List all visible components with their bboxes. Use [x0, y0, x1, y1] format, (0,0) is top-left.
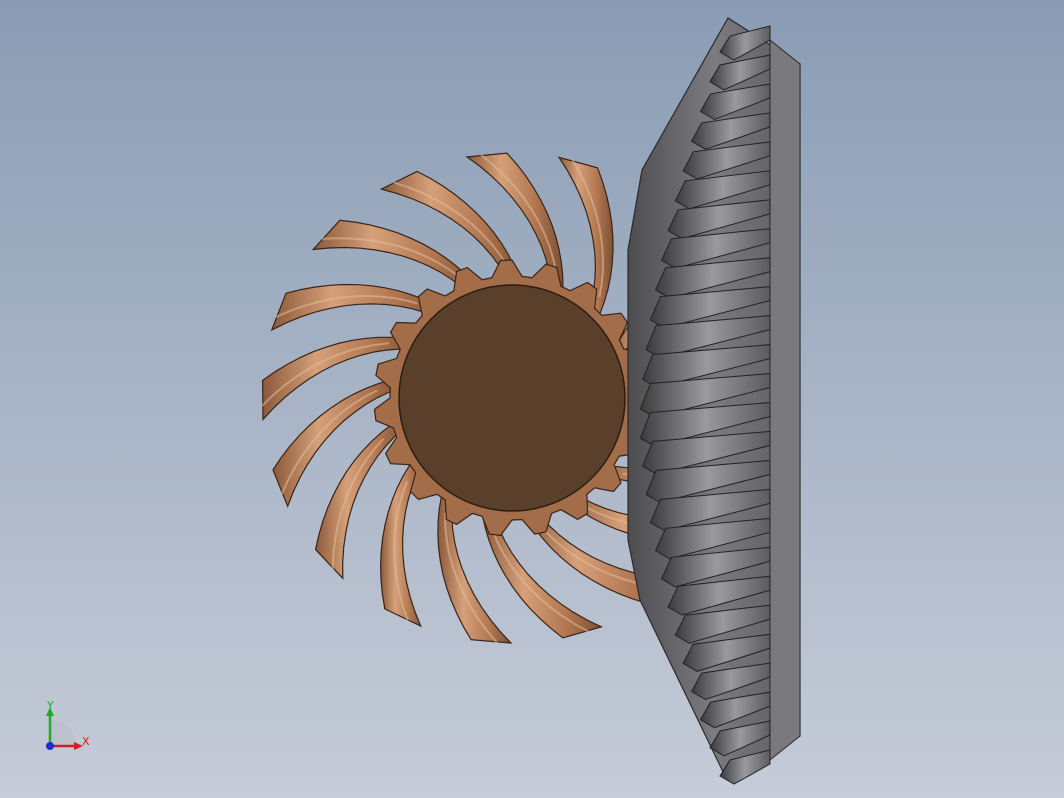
x-axis-label: X	[82, 735, 90, 748]
gear-model-scene[interactable]	[0, 0, 1064, 798]
y-axis-label: Y	[47, 699, 54, 712]
ring-gear-rim	[769, 38, 801, 762]
coordinate-triad: X Y	[38, 698, 102, 758]
pinion-bore	[398, 284, 626, 512]
z-axis-icon	[46, 742, 54, 750]
graphics-viewport[interactable]: X Y	[0, 0, 1064, 798]
